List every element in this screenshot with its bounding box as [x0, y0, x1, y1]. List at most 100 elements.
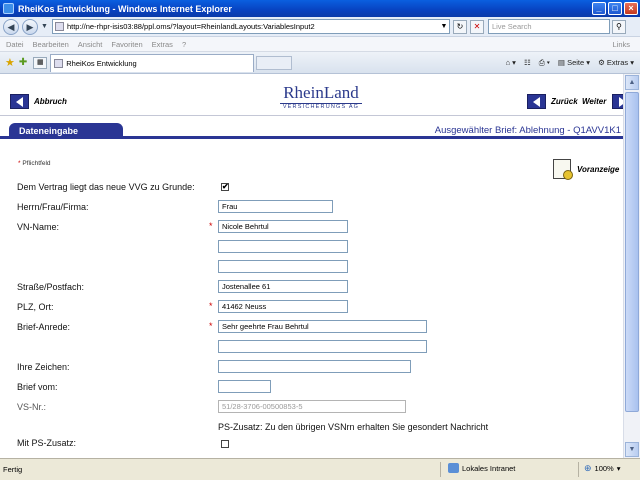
favorites-star-icon[interactable]: ★ — [5, 56, 15, 69]
vn-name-input-1[interactable]: Nicole Behrtul — [218, 220, 348, 233]
vn-name-input-2[interactable] — [218, 240, 348, 253]
ps-label: Mit PS-Zusatz: — [17, 438, 77, 448]
cancel-arrow-button[interactable] — [10, 94, 29, 109]
required-note: * Pflichtfeld — [18, 160, 51, 167]
maximize-button[interactable]: □ — [608, 2, 622, 15]
menu-datei[interactable]: Datei — [6, 40, 24, 49]
plz-required-star: * — [209, 301, 213, 311]
zoom-control[interactable]: ⊕ 100% ▾ — [584, 463, 621, 474]
briefanrede-required-star: * — [209, 321, 213, 331]
plz-ort-input[interactable]: 41462 Neuss — [218, 300, 348, 313]
url-text[interactable]: http://ne-rhpr-isis03:88/ppl.oms/?layout… — [67, 22, 439, 31]
menu-help[interactable]: ? — [182, 40, 186, 49]
tab-rheikos[interactable]: RheiKos Entwicklung — [50, 53, 255, 72]
page-header: Abbruch RheinLand VERSICHERUNGS AG Zurüc… — [0, 74, 623, 116]
minimize-button[interactable]: _ — [592, 2, 606, 15]
page-content: Abbruch RheinLand VERSICHERUNGS AG Zurüc… — [0, 74, 623, 458]
vn-name-required-star: * — [209, 221, 213, 231]
tab-bar: ★ ✚ ▦ RheiKos Entwicklung ⌂ ▾ ☷ ⎙ ▾ ▤ Se… — [0, 52, 640, 74]
logo-subtitle: VERSICHERUNGS AG — [282, 104, 360, 110]
logo-brand: RheinLand — [283, 83, 359, 102]
zoom-icon: ⊕ — [584, 463, 592, 473]
ie-app-icon — [3, 3, 14, 14]
forward-nav-button[interactable]: ▶ — [22, 18, 38, 35]
menu-bar: Datei Bearbeiten Ansicht Favoriten Extra… — [0, 37, 640, 52]
preview-button[interactable]: Voranzeige — [553, 159, 620, 180]
feeds-icon[interactable]: ☷ — [524, 58, 531, 67]
rheinland-logo: RheinLand VERSICHERUNGS AG — [280, 84, 362, 110]
zone-label: Lokales Intranet — [462, 463, 516, 473]
section-tabstrip: Dateneingabe Ausgewählter Brief: Ablehnu… — [0, 123, 623, 139]
menu-bearbeiten[interactable]: Bearbeiten — [33, 40, 69, 49]
command-bar: ⌂ ▾ ☷ ⎙ ▾ ▤ Seite ▾ ⚙ Extras ▾ — [498, 58, 634, 68]
url-dropdown-icon[interactable]: ▼ — [439, 23, 449, 30]
scroll-thumb[interactable] — [625, 92, 639, 412]
live-search-input[interactable]: Live Search — [487, 19, 610, 34]
vvg-checkbox[interactable]: ✔ — [221, 183, 229, 191]
back-arrow-button[interactable] — [527, 94, 546, 109]
ps-checkbox[interactable] — [221, 440, 229, 448]
status-text: Fertig — [3, 465, 23, 474]
status-separator-2 — [578, 462, 579, 477]
search-icon[interactable]: ⚲ — [611, 19, 626, 34]
window-title-bar: RheiKos Entwicklung - Windows Internet E… — [0, 0, 640, 17]
anrede-input[interactable]: Frau — [218, 200, 333, 213]
print-icon[interactable]: ⎙ ▾ — [539, 58, 550, 68]
back-nav-button[interactable]: ◀ — [3, 18, 19, 35]
vsnr-label: VS-Nr.: — [17, 402, 47, 412]
status-separator — [440, 462, 441, 477]
intranet-zone-icon — [448, 463, 459, 473]
cancel-label[interactable]: Abbruch — [34, 97, 67, 106]
address-bar: ◀ ▶ ▼ http://ne-rhpr-isis03:88/ppl.oms/?… — [0, 17, 640, 37]
vn-name-input-3[interactable] — [218, 260, 348, 273]
briefanrede-input-2[interactable] — [218, 340, 427, 353]
preview-icon — [553, 159, 573, 180]
scroll-up-icon[interactable]: ▲ — [625, 75, 639, 90]
close-window-button[interactable]: × — [624, 2, 638, 15]
vvg-label: Dem Vertrag liegt das neue VVG zu Grunde… — [17, 182, 195, 192]
tab-page-icon — [54, 58, 64, 68]
zoom-dropdown-icon[interactable]: ▾ — [617, 464, 621, 473]
page-menu[interactable]: ▤ Seite ▾ — [558, 58, 590, 67]
menu-ansicht[interactable]: Ansicht — [78, 40, 103, 49]
url-field[interactable]: http://ne-rhpr-isis03:88/ppl.oms/?layout… — [51, 19, 450, 34]
menu-favoriten[interactable]: Favoriten — [111, 40, 142, 49]
refresh-button[interactable]: ↻ — [452, 19, 467, 34]
briefvom-input[interactable] — [218, 380, 271, 393]
plz-label: PLZ, Ort: — [17, 302, 54, 312]
home-icon[interactable]: ⌂ ▾ — [506, 58, 516, 67]
zoom-label: 100% — [594, 464, 614, 473]
briefanrede-input-1[interactable]: Sehr geehrte Frau Behrtul — [218, 320, 427, 333]
status-bar: Fertig Lokales Intranet ⊕ 100% ▾ — [0, 458, 640, 480]
vsnr-input: 51/28-3706-00500853-5 — [218, 400, 406, 413]
page-menu-label: Seite — [567, 58, 585, 67]
briefvom-label: Brief vom: — [17, 382, 58, 392]
window-title: RheiKos Entwicklung - Windows Internet E… — [18, 3, 232, 14]
add-favorite-icon[interactable]: ✚ — [19, 57, 27, 68]
quick-tabs-icon[interactable]: ▦ — [33, 56, 48, 69]
tools-menu-label: Extras — [606, 58, 629, 67]
tools-menu[interactable]: ⚙ Extras ▾ — [598, 58, 634, 67]
new-tab-button[interactable] — [256, 55, 293, 70]
strasse-input[interactable]: Jostenallee 61 — [218, 280, 348, 293]
ps-info-text: PS-Zusatz: Zu den übrigen VSNrn erhalten… — [218, 422, 489, 432]
next-arrow-button[interactable] — [612, 94, 623, 109]
page-icon — [54, 22, 64, 31]
vertical-scrollbar[interactable]: ▲ ▼ — [623, 74, 640, 458]
menu-extras[interactable]: Extras — [152, 40, 173, 49]
security-zone[interactable]: Lokales Intranet — [448, 463, 515, 473]
links-toolbar[interactable]: Links — [612, 40, 630, 49]
zeichen-input[interactable] — [218, 360, 411, 373]
back-label[interactable]: Zurück — [551, 97, 578, 106]
next-label[interactable]: Weiter — [582, 97, 606, 106]
stop-button[interactable]: ✕ — [469, 19, 484, 34]
vn-name-label: VN-Name: — [17, 222, 60, 232]
preview-label: Voranzeige — [577, 164, 620, 174]
zeichen-label: Ihre Zeichen: — [17, 362, 70, 372]
tab-label: RheiKos Entwicklung — [66, 58, 137, 68]
required-note-text: Pflichtfeld — [22, 160, 51, 167]
selected-letter-text: Ausgewählter Brief: Ablehnung - Q1AVV1K1 — [434, 125, 621, 136]
scroll-down-icon[interactable]: ▼ — [625, 442, 639, 457]
tab-dateneingabe[interactable]: Dateneingabe — [9, 123, 123, 139]
history-dropdown-icon[interactable]: ▼ — [41, 23, 48, 30]
